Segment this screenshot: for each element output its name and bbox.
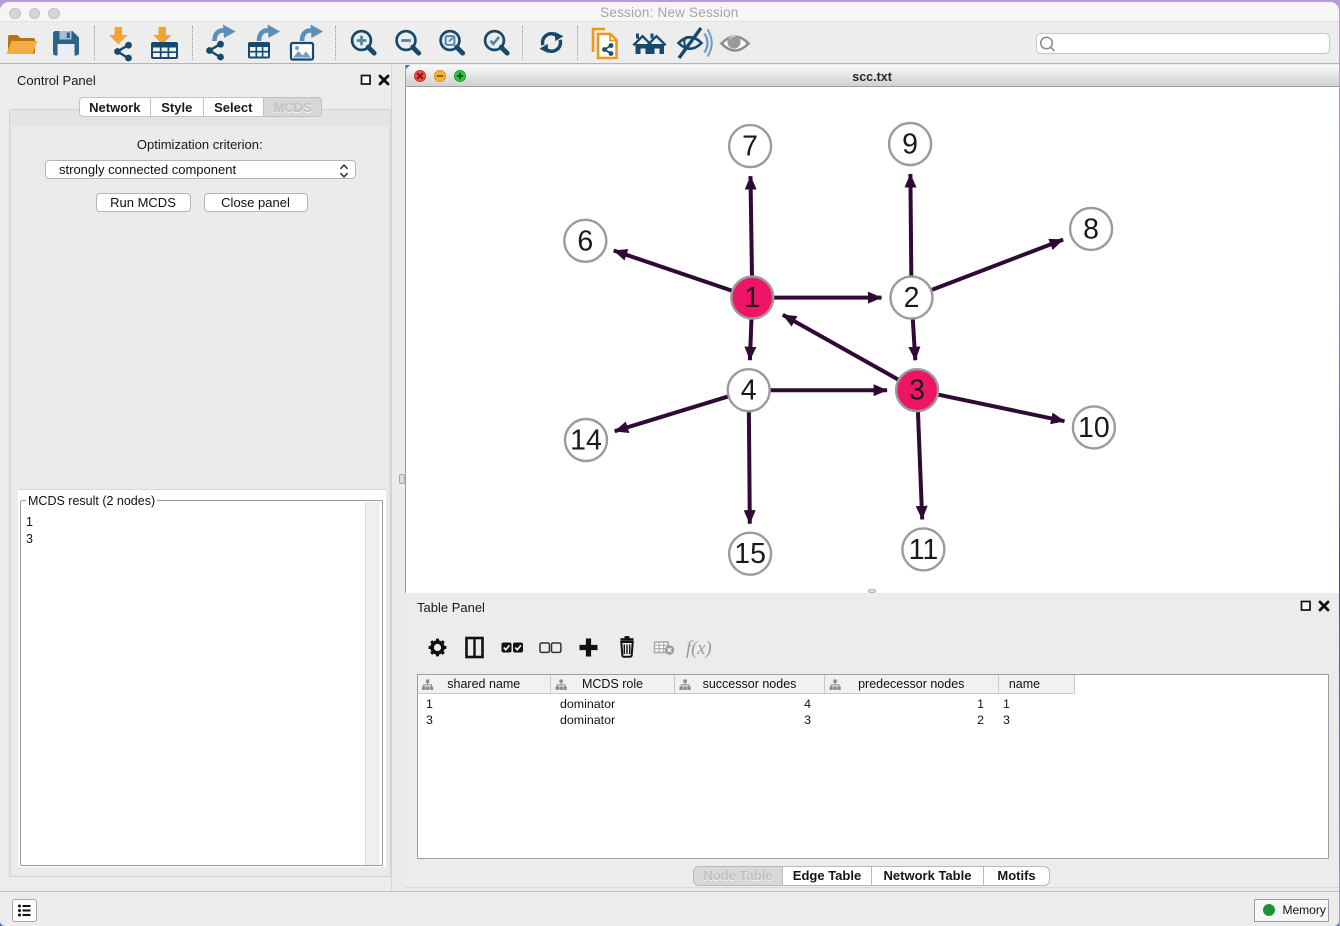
svg-text:8: 8 [1083, 213, 1099, 245]
svg-text:1: 1 [744, 282, 760, 314]
svg-text:2: 2 [903, 282, 919, 314]
svg-text:f(x): f(x) [686, 639, 712, 659]
svg-text:15: 15 [734, 538, 766, 570]
svg-text:10: 10 [1078, 411, 1110, 443]
svg-text:7: 7 [742, 130, 758, 162]
svg-text:4: 4 [740, 374, 756, 406]
svg-text:9: 9 [902, 128, 918, 160]
svg-text:6: 6 [577, 225, 593, 257]
svg-text:11: 11 [908, 533, 938, 565]
svg-text:3: 3 [909, 374, 925, 406]
svg-text:14: 14 [570, 424, 602, 456]
